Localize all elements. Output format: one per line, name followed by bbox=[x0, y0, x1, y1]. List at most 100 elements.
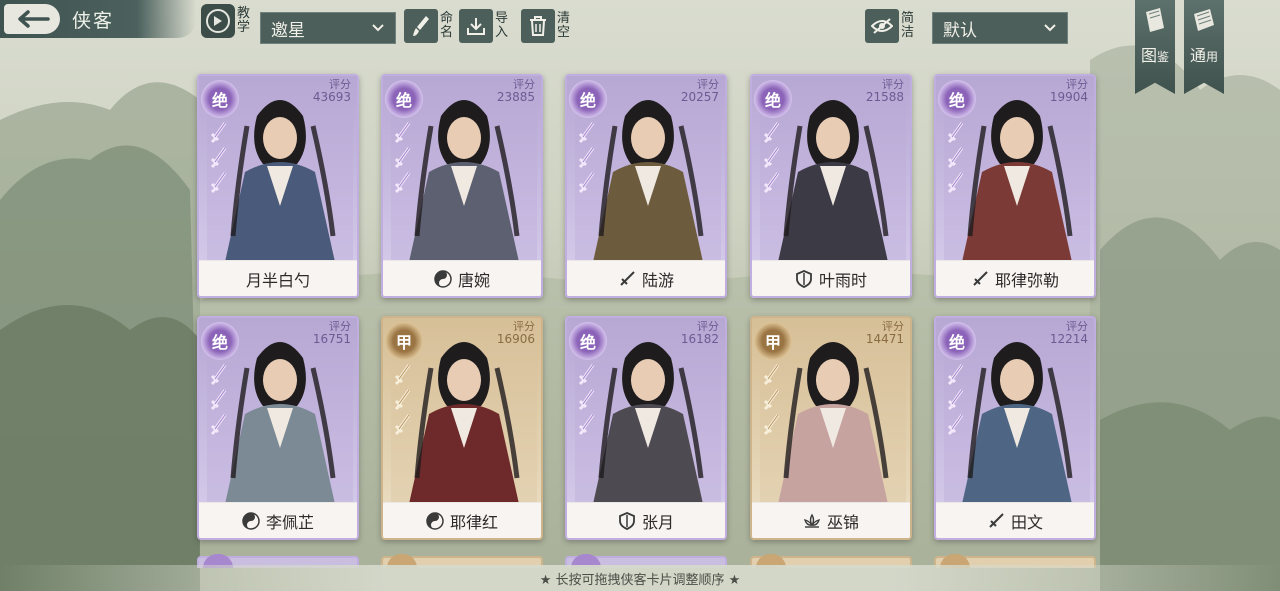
score-value: 23885 bbox=[496, 90, 535, 104]
rank-badge: 绝 bbox=[569, 322, 607, 360]
compact-label: 简洁 bbox=[901, 11, 915, 40]
star-level bbox=[205, 122, 233, 194]
star-level bbox=[758, 364, 786, 436]
filter-dropdown-value: 邀星 bbox=[271, 20, 305, 41]
score-block: 评分 16182 bbox=[680, 321, 719, 346]
hero-name-bar: 张月 bbox=[567, 502, 725, 538]
rank-badge: 绝 bbox=[201, 80, 239, 118]
sword-star-icon bbox=[578, 147, 596, 169]
back-button[interactable]: 侠客 bbox=[0, 0, 196, 38]
compact-view-button[interactable]: 简洁 bbox=[865, 9, 914, 43]
yin-yang-icon bbox=[426, 511, 444, 530]
hero-name-bar: 叶雨时 bbox=[752, 260, 910, 296]
score-block: 评分 20257 bbox=[680, 79, 719, 104]
sword-icon bbox=[987, 512, 1005, 530]
hero-card[interactable]: 绝 评分 12214 田文 bbox=[934, 316, 1096, 540]
hero-name: 耶律红 bbox=[449, 512, 498, 532]
sword-star-icon bbox=[578, 389, 596, 411]
hero-name: 李佩芷 bbox=[265, 512, 314, 532]
sort-dropdown[interactable]: 默认 bbox=[932, 12, 1068, 44]
sword-star-icon bbox=[763, 364, 781, 386]
hero-name-bar: 耶律弥勒 bbox=[936, 260, 1094, 296]
tutorial-button[interactable]: 教学 bbox=[201, 4, 250, 38]
sword-star-icon bbox=[947, 122, 965, 144]
back-arrow-icon bbox=[4, 4, 60, 34]
tutorial-label: 教学 bbox=[237, 6, 251, 35]
score-value: 19904 bbox=[1049, 90, 1088, 104]
yin-yang-icon bbox=[242, 511, 260, 530]
rename-button[interactable]: 命名 bbox=[404, 9, 453, 43]
sword-star-icon bbox=[394, 389, 412, 411]
score-block: 评分 43693 bbox=[312, 79, 351, 104]
rename-label: 命名 bbox=[440, 11, 454, 40]
hero-card[interactable]: 甲 评分 14471 巫锦 bbox=[750, 316, 912, 540]
sword-star-icon bbox=[578, 172, 596, 194]
page-title: 侠客 bbox=[72, 9, 115, 32]
score-value: 20257 bbox=[680, 90, 719, 104]
sword-star-icon bbox=[210, 389, 228, 411]
eye-slash-icon bbox=[865, 9, 899, 43]
hero-name-bar: 耶律红 bbox=[383, 502, 541, 538]
score-value: 21588 bbox=[865, 90, 904, 104]
import-button[interactable]: 导入 bbox=[459, 9, 508, 43]
score-value: 43693 bbox=[312, 90, 351, 104]
sword-star-icon bbox=[763, 389, 781, 411]
rank-badge: 绝 bbox=[938, 322, 976, 360]
sword-star-icon bbox=[763, 122, 781, 144]
hero-name-bar: 田文 bbox=[936, 502, 1094, 538]
sword-star-icon bbox=[578, 122, 596, 144]
sword-icon bbox=[971, 270, 989, 288]
top-bar: 侠客 教学 邀星 命名 导入 清空 简洁 默认 bbox=[0, 0, 1280, 50]
hero-card[interactable]: 绝 评分 23885 唐婉 bbox=[381, 74, 543, 298]
hero-name: 叶雨时 bbox=[818, 270, 867, 290]
chevron-down-icon bbox=[372, 24, 384, 32]
star-level bbox=[389, 364, 417, 436]
rank-badge: 甲 bbox=[385, 322, 423, 360]
drag-hint: ★ 长按可拖拽侠客卡片调整顺序 ★ bbox=[0, 565, 1280, 591]
hero-card[interactable]: 绝 评分 16182 张月 bbox=[565, 316, 727, 540]
hero-name: 唐婉 bbox=[457, 270, 490, 290]
star-level bbox=[573, 364, 601, 436]
sword-star-icon bbox=[578, 414, 596, 436]
hero-card[interactable]: 绝 评分 20257 陆游 bbox=[565, 74, 727, 298]
hero-card[interactable]: 绝 评分 19904 耶律弥勒 bbox=[934, 74, 1096, 298]
play-icon bbox=[201, 4, 235, 38]
sword-star-icon bbox=[947, 389, 965, 411]
codex-button[interactable]: 图鉴 bbox=[1135, 0, 1175, 94]
trash-icon bbox=[521, 9, 555, 43]
sword-star-icon bbox=[394, 172, 412, 194]
hero-name-bar: 唐婉 bbox=[383, 260, 541, 296]
hero-card[interactable]: 绝 评分 43693 月半白勺 bbox=[197, 74, 359, 298]
sword-star-icon bbox=[394, 122, 412, 144]
score-value: 16906 bbox=[496, 332, 535, 346]
score-block: 评分 14471 bbox=[866, 321, 904, 346]
rank-badge: 绝 bbox=[385, 80, 423, 118]
score-block: 评分 21588 bbox=[865, 79, 904, 104]
sword-star-icon bbox=[394, 147, 412, 169]
sword-star-icon bbox=[763, 172, 781, 194]
sword-star-icon bbox=[210, 122, 228, 144]
clear-button[interactable]: 清空 bbox=[521, 9, 570, 43]
hero-name-bar: 李佩芷 bbox=[199, 502, 357, 538]
score-value: 16751 bbox=[312, 332, 351, 346]
download-icon bbox=[459, 9, 493, 43]
general-button[interactable]: 通用 bbox=[1184, 0, 1224, 94]
hero-name: 耶律弥勒 bbox=[994, 270, 1059, 290]
hero-name-bar: 陆游 bbox=[567, 260, 725, 296]
sword-star-icon bbox=[210, 172, 228, 194]
hero-name: 巫锦 bbox=[826, 512, 859, 532]
star-level bbox=[942, 364, 970, 436]
score-value: 16182 bbox=[680, 332, 719, 346]
book-icon bbox=[1146, 8, 1164, 32]
lotus-icon bbox=[803, 512, 821, 530]
scroll-icon bbox=[1194, 9, 1214, 31]
filter-dropdown[interactable]: 邀星 bbox=[260, 12, 396, 44]
general-label: 通用 bbox=[1189, 46, 1219, 65]
rank-badge: 绝 bbox=[754, 80, 792, 118]
hero-card[interactable]: 绝 评分 21588 叶雨时 bbox=[750, 74, 912, 298]
hero-name: 田文 bbox=[1010, 512, 1043, 532]
sword-icon bbox=[618, 270, 636, 288]
sword-star-icon bbox=[947, 364, 965, 386]
hero-card[interactable]: 绝 评分 16751 李佩芷 bbox=[197, 316, 359, 540]
hero-card[interactable]: 甲 评分 16906 耶律红 bbox=[381, 316, 543, 540]
